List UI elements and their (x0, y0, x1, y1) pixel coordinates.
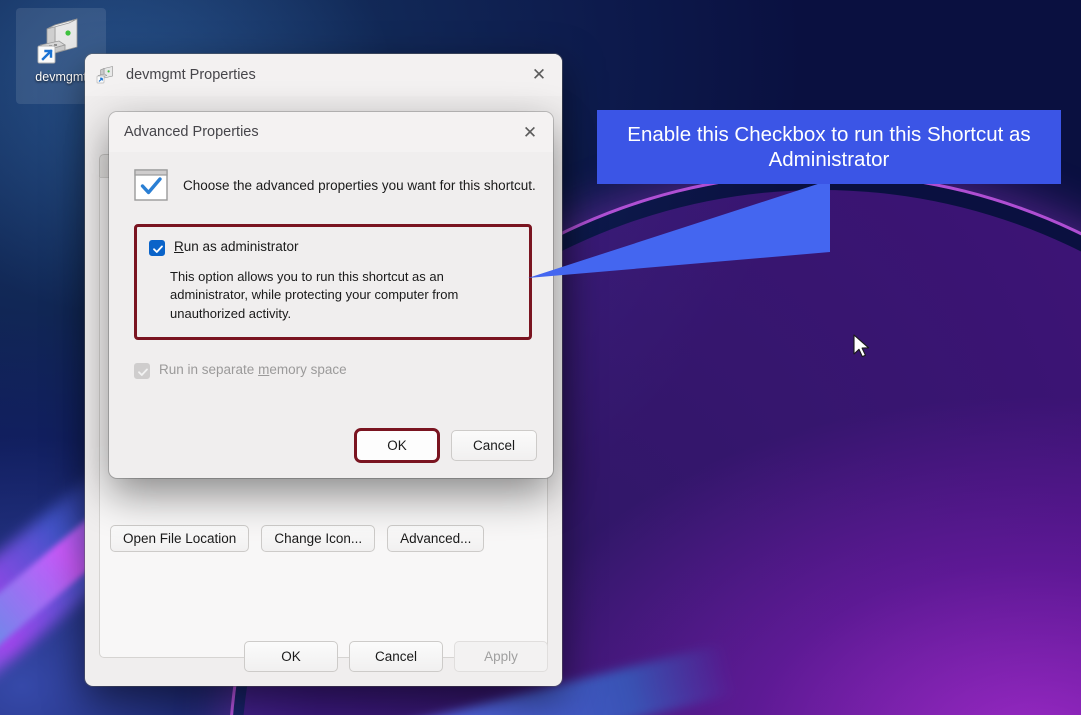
close-icon[interactable]: ✕ (507, 112, 553, 154)
callout-text: Enable this Checkbox to run this Shortcu… (627, 122, 1031, 171)
advanced-properties-dialog: Advanced Properties ✕ Choose the advance… (109, 112, 553, 478)
run-as-administrator-label-rest: un as administrator (183, 239, 299, 254)
shortcut-action-buttons: Open File Location Change Icon... Advanc… (110, 525, 485, 552)
run-in-separate-memory-space-label: Run in separate memory space (159, 362, 347, 378)
advanced-cancel-button[interactable]: Cancel (451, 430, 537, 461)
rism-accelerator: m (258, 362, 270, 378)
advanced-dialog-footer-buttons: OK Cancel (354, 428, 537, 463)
advanced-properties-icon (134, 169, 168, 201)
advanced-dialog-title-bar: Advanced Properties ✕ (109, 112, 553, 152)
properties-window-title: devmgmt Properties (126, 67, 256, 83)
advanced-dialog-header: Choose the advanced properties you want … (134, 169, 537, 201)
run-as-administrator-highlight-box: Run as administrator This option allows … (134, 224, 532, 341)
run-in-separate-memory-space-checkbox (134, 363, 150, 380)
run-as-administrator-accelerator: R (174, 239, 184, 254)
properties-ok-button[interactable]: OK (244, 641, 338, 672)
run-in-separate-memory-space-row: Run in separate memory space (134, 362, 532, 380)
advanced-dialog-body: Choose the advanced properties you want … (109, 169, 553, 380)
open-file-location-button[interactable]: Open File Location (110, 525, 250, 552)
advanced-dialog-header-text: Choose the advanced properties you want … (183, 177, 536, 193)
run-as-administrator-label: Run as administrator (174, 239, 299, 255)
change-icon-button[interactable]: Change Icon... (261, 525, 376, 552)
advanced-dialog-title: Advanced Properties (124, 124, 259, 140)
desktop-icon-label: devmgmt (35, 70, 87, 84)
close-icon[interactable]: ✕ (516, 54, 562, 96)
run-as-administrator-checkbox[interactable] (149, 240, 165, 256)
properties-apply-button: Apply (454, 641, 548, 672)
device-manager-shortcut-icon (35, 15, 87, 65)
properties-title-bar: devmgmt Properties ✕ (85, 54, 562, 96)
device-manager-icon (96, 65, 116, 85)
advanced-ok-button[interactable]: OK (354, 428, 440, 463)
mouse-pointer-icon (853, 334, 870, 358)
run-as-administrator-description: This option allows you to run this short… (170, 269, 459, 321)
rism-label-pre: Run in separate (159, 362, 259, 378)
rism-label-rest: emory space (269, 362, 347, 378)
callout-annotation: Enable this Checkbox to run this Shortcu… (597, 110, 1061, 184)
run-as-administrator-row[interactable]: Run as administrator (149, 239, 515, 256)
properties-cancel-button[interactable]: Cancel (349, 641, 443, 672)
advanced-button[interactable]: Advanced... (387, 525, 485, 552)
properties-footer-buttons: OK Cancel Apply (244, 641, 548, 672)
callout-arrow-icon (528, 180, 830, 278)
